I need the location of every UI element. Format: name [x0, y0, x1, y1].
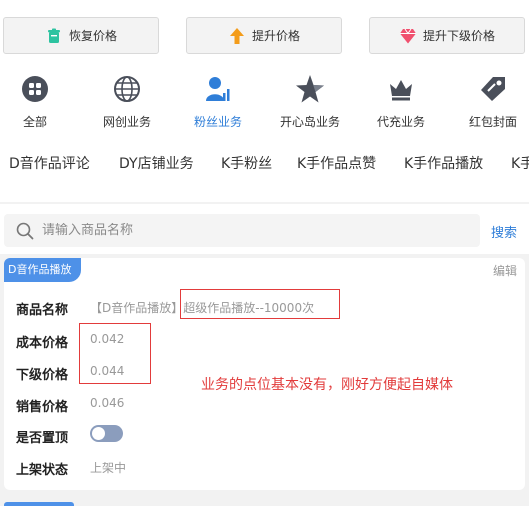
restore-price-button[interactable]: 恢复价格	[3, 17, 159, 54]
restore-price-label: 恢复价格	[68, 29, 117, 43]
category-fans-business[interactable]: 粉丝业务	[178, 74, 258, 134]
category-online-business[interactable]: 网创业务	[87, 74, 167, 134]
product-name-value: 【D音作品播放】超级作品播放--10000次	[90, 301, 315, 315]
lower-price-value: 0.044	[90, 364, 125, 378]
category-label: 粉丝业务	[193, 115, 242, 129]
product-category-tag: D音作品播放	[4, 258, 82, 282]
listing-status-value: 上架中	[90, 461, 127, 475]
crown-icon	[386, 74, 416, 104]
toggle-knob	[92, 427, 105, 440]
tab-douyin-comment[interactable]: D音作品评论	[9, 153, 90, 173]
listing-status-label: 上架状态	[16, 463, 69, 478]
raise-price-button[interactable]: 提升价格	[186, 17, 342, 54]
category-label: 红包封面	[468, 115, 517, 129]
pin-top-toggle[interactable]	[90, 425, 123, 442]
category-label: 全部	[22, 115, 47, 129]
trash-can-icon	[45, 27, 63, 45]
category-recharge-business[interactable]: 代充业务	[361, 74, 441, 134]
diamond-icon	[399, 27, 417, 45]
tag-icon	[478, 74, 508, 104]
tab-kuaishou-fans[interactable]: K手粉丝	[221, 153, 272, 173]
edit-button[interactable]: 编辑	[493, 262, 517, 279]
tab-kuaishou-plays[interactable]: K手作品播放	[404, 153, 483, 173]
search-button[interactable]: 搜索	[491, 222, 517, 241]
product-card: D音作品播放 编辑 商品名称 【D音作品播放】超级作品播放--10000次 成本…	[4, 258, 525, 490]
raise-price-label: 提升价格	[251, 29, 300, 43]
annotation-note: 业务的点位基本没有，刚好方便起自媒体	[201, 377, 453, 393]
tab-kuaishou-more[interactable]: K手	[511, 153, 529, 173]
search-input[interactable]	[42, 223, 462, 238]
page-bottom	[0, 492, 529, 506]
category-nav: 全部 网创业务 粉丝业务 开心岛业务 代充业务 红包封面	[0, 62, 529, 140]
user-chart-icon	[203, 74, 233, 104]
category-red-packet-cover[interactable]: 红包封面	[453, 74, 529, 134]
category-happy-island-business[interactable]: 开心岛业务	[270, 74, 350, 134]
category-all[interactable]: 全部	[0, 74, 75, 134]
action-bar: 恢复价格 提升价格 提升下级价格	[0, 0, 529, 62]
raise-lower-price-button[interactable]: 提升下级价格	[369, 17, 525, 54]
pin-top-label: 是否置顶	[16, 431, 69, 446]
grid-icon	[20, 74, 50, 104]
product-name-label: 商品名称	[16, 303, 69, 318]
tab-dy-shop[interactable]: DY店铺业务	[119, 153, 194, 173]
category-label: 网创业务	[102, 115, 151, 129]
cost-price-value: 0.042	[90, 332, 125, 346]
raise-lower-price-label: 提升下级价格	[422, 29, 495, 43]
sale-price-value: 0.046	[90, 396, 125, 410]
search-icon	[16, 222, 34, 240]
search-bar: 搜索	[0, 204, 529, 254]
cost-price-label: 成本价格	[16, 336, 69, 351]
category-label: 开心岛业务	[279, 115, 340, 129]
globe-icon	[112, 74, 142, 104]
tab-kuaishou-likes[interactable]: K手作品点赞	[297, 153, 376, 173]
lower-price-label: 下级价格	[16, 368, 69, 383]
next-card-tag	[4, 502, 74, 506]
category-label: 代充业务	[376, 115, 425, 129]
arrow-up-icon	[228, 27, 246, 45]
search-box	[4, 214, 480, 247]
subcategory-tabs: D音作品评论 DY店铺业务 K手粉丝 K手作品点赞 K手作品播放 K手	[0, 140, 529, 202]
sale-price-label: 销售价格	[16, 400, 69, 415]
star-icon	[295, 74, 325, 104]
